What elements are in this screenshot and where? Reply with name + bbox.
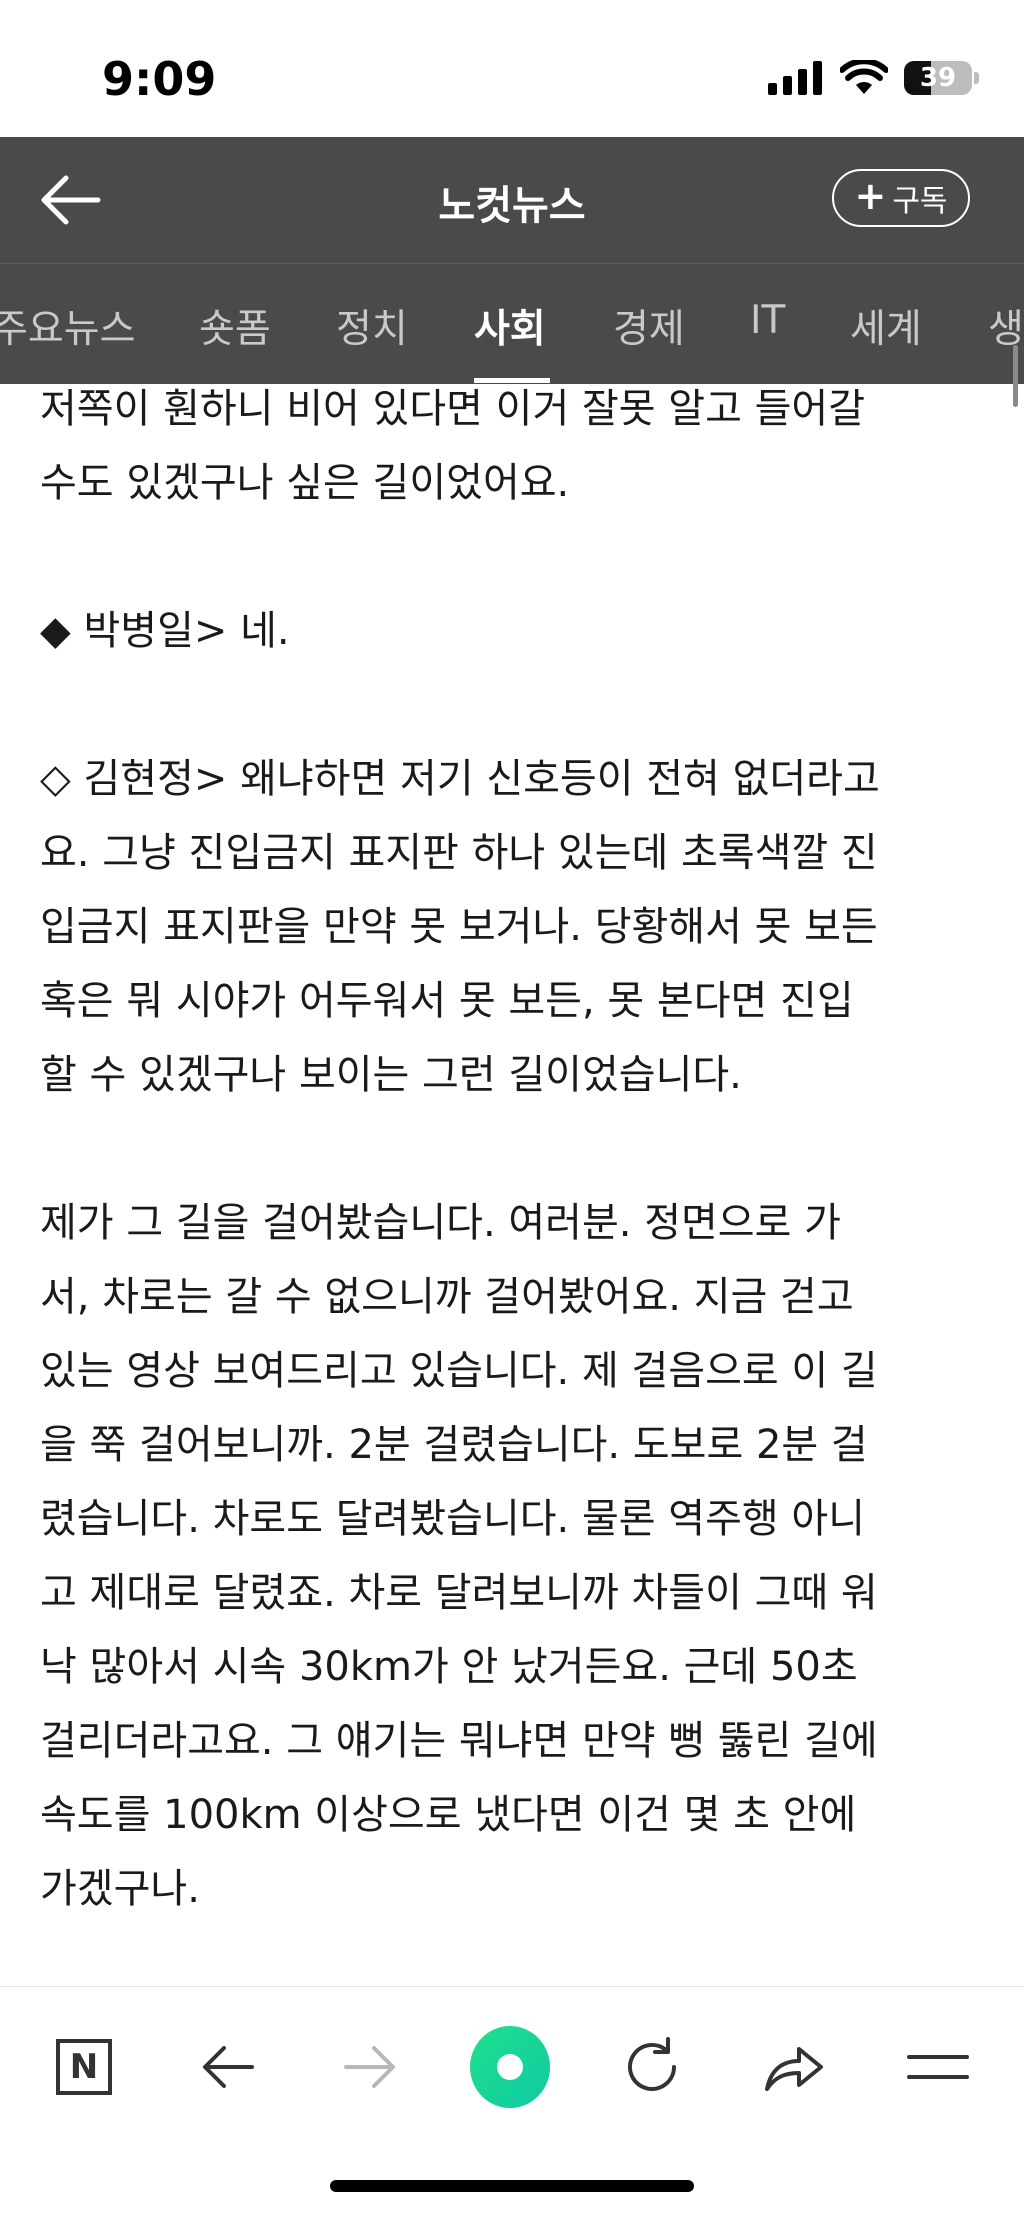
article-line: 수도 있겠구나 싶은 길이었어요. bbox=[40, 460, 570, 506]
tab-politics[interactable]: 정치 bbox=[336, 298, 408, 354]
back-nav-button[interactable] bbox=[188, 2027, 268, 2107]
green-dot-button[interactable] bbox=[470, 2026, 550, 2108]
article-line: 혹은 뭐 시야가 어두워서 못 보든, 못 본다면 진입 bbox=[40, 978, 854, 1024]
tab-main-news[interactable]: 주요뉴스 bbox=[0, 298, 136, 354]
cellular-signal-icon bbox=[768, 61, 822, 95]
article-line: 렸습니다. 차로도 달려봤습니다. 물론 역주행 아니 bbox=[40, 1496, 866, 1542]
tab-society[interactable]: 사회 bbox=[474, 298, 546, 354]
tab-shortform[interactable]: 숏폼 bbox=[199, 298, 271, 354]
battery-icon: 39 bbox=[904, 61, 979, 95]
article-line: 할 수 있겠구나 보이는 그런 길이었습니다. bbox=[40, 1052, 742, 1098]
green-dot-icon bbox=[470, 2026, 550, 2108]
tab-it[interactable]: IT bbox=[750, 298, 785, 343]
article-line: 제가 그 길을 걸어봤습니다. 여러분. 정면으로 가 bbox=[40, 1200, 841, 1246]
plus-icon: + bbox=[854, 174, 887, 218]
subscribe-button[interactable]: + 구독 bbox=[832, 169, 970, 227]
home-indicator bbox=[330, 2180, 694, 2192]
forward-nav-button[interactable] bbox=[330, 2027, 410, 2107]
naver-home-button[interactable]: N bbox=[44, 2027, 124, 2107]
article-line: ◇ 김현정> 왜냐하면 저기 신호등이 전혀 없더라고 bbox=[40, 756, 880, 802]
article-line: 저쪽이 훤하니 비어 있다면 이거 잘못 알고 들어갈 bbox=[40, 386, 866, 432]
share-icon bbox=[765, 2047, 823, 2091]
menu-icon bbox=[907, 2055, 969, 2079]
article-line: 고 제대로 달렸죠. 차로 달려보니까 차들이 그때 워 bbox=[40, 1570, 878, 1616]
arrow-left-icon bbox=[203, 2046, 254, 2088]
share-button[interactable] bbox=[754, 2027, 834, 2107]
subscribe-label: 구독 bbox=[892, 184, 948, 219]
wifi-icon bbox=[840, 60, 888, 94]
refresh-button[interactable] bbox=[612, 2027, 692, 2107]
status-icons: 39 bbox=[768, 58, 979, 98]
tab-life[interactable]: 생 bbox=[988, 298, 1024, 354]
category-tabs: 주요뉴스 숏폼 정치 사회 경제 IT 세계 생 bbox=[0, 263, 1024, 384]
article-line: 을 쭉 걸어보니까. 2분 걸렸습니다. 도보로 2분 걸 bbox=[40, 1422, 868, 1468]
menu-button[interactable] bbox=[898, 2027, 978, 2107]
article-line: 걸리더라고요. 그 얘기는 뭐냐면 만약 뻥 뚫린 길에 bbox=[40, 1718, 878, 1764]
article-line: 속도를 100km 이상으로 냈다면 이건 몇 초 안에 bbox=[40, 1792, 857, 1838]
article-line: 요. 그냥 진입금지 표지판 하나 있는데 초록색깔 진 bbox=[40, 830, 878, 876]
battery-level: 39 bbox=[919, 63, 957, 93]
status-time: 9:09 bbox=[102, 52, 217, 106]
article-line: ◆ 박병일> 네. bbox=[40, 608, 290, 654]
arrow-right-icon bbox=[344, 2046, 395, 2088]
article-line: 있는 영상 보여드리고 있습니다. 제 걸음으로 이 길 bbox=[40, 1348, 878, 1394]
article-line: 낙 많아서 시속 30km가 안 났거든요. 근데 50초 bbox=[40, 1644, 858, 1690]
article-line: 서, 차로는 갈 수 없으니까 걸어봤어요. 지금 걷고 bbox=[40, 1274, 854, 1320]
scrollbar[interactable] bbox=[1013, 345, 1018, 407]
tab-economy[interactable]: 경제 bbox=[613, 298, 685, 354]
naver-n-icon: N bbox=[56, 2039, 112, 2095]
status-bar: 9:09 39 bbox=[0, 0, 1024, 137]
refresh-icon bbox=[628, 2037, 676, 2091]
article-body: 저쪽이 훤하니 비어 있다면 이거 잘못 알고 들어갈수도 있겠구나 싶은 길이… bbox=[40, 372, 990, 1926]
app-header: 노컷뉴스 + 구독 bbox=[0, 137, 1024, 263]
tab-world[interactable]: 세계 bbox=[850, 298, 922, 354]
article-line: 가겠구나. bbox=[40, 1866, 200, 1912]
article-line: 입금지 표지판을 만약 못 보거나. 당황해서 못 보든 bbox=[40, 904, 878, 950]
